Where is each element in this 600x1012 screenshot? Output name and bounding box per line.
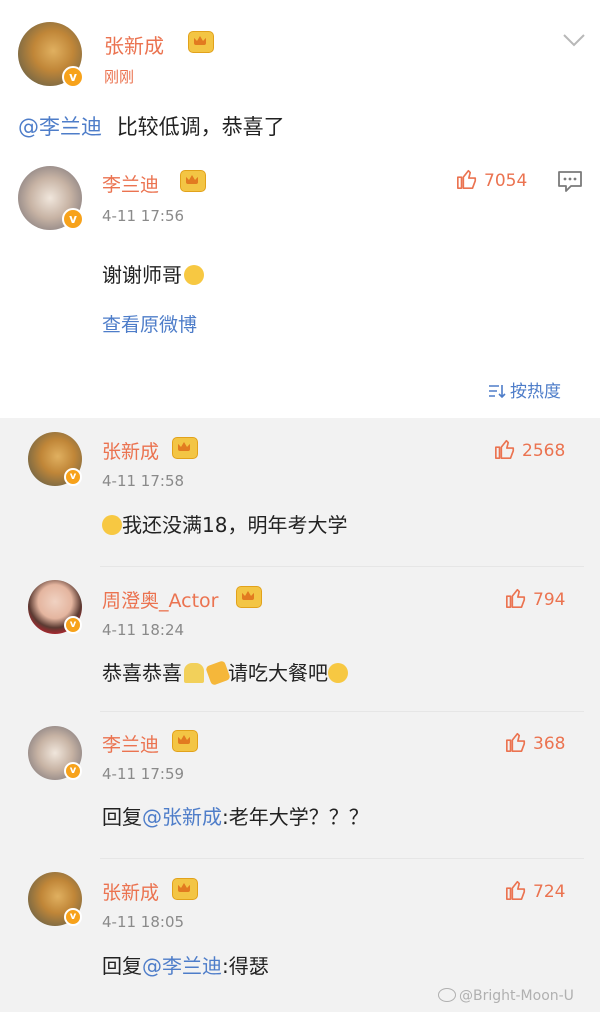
watermark: @Bright-Moon-U [438, 988, 574, 1004]
comment-content: 我还没满18，明年考大学 [102, 509, 347, 538]
reply-prefix: 回复 [102, 805, 142, 829]
sort-icon [489, 385, 506, 399]
smile-emoji-icon [184, 265, 204, 285]
comment-text: 恭喜恭喜 [102, 661, 182, 685]
thumbs-up-icon [506, 732, 526, 752]
verified-badge-icon: v [62, 208, 84, 230]
vip-crown-icon [172, 730, 198, 752]
post-text: 比较低调，恭喜了 [116, 115, 285, 139]
reply-prefix: 回复 [102, 954, 142, 978]
quoted-like-button[interactable]: 7054 [456, 168, 527, 191]
comment-like-button[interactable]: 368 [505, 731, 565, 754]
sort-by-hot-button[interactable]: 按热度 [487, 377, 561, 402]
comment-text: :得瑟 [222, 954, 269, 978]
comment-content: 回复@张新成:老年大学？？？ [102, 801, 369, 830]
comment-time: 4-11 18:24 [102, 621, 185, 639]
confetti-popper-emoji-icon [184, 663, 204, 683]
chevron-down-icon[interactable] [562, 32, 586, 48]
view-original-link[interactable]: 查看原微博 [102, 310, 197, 337]
weibo-logo-icon [438, 988, 456, 1002]
thumbs-up-icon [495, 439, 515, 459]
quoted-content: 谢谢师哥 [102, 259, 204, 288]
quoted-text: 谢谢师哥 [102, 263, 182, 287]
comment-like-count: 794 [533, 590, 566, 610]
comment-text: :老年大学？？？ [222, 805, 369, 829]
comment-author[interactable]: 周澄奥_Actor [102, 586, 219, 613]
comment-like-count: 724 [533, 882, 566, 902]
comment-text-tail: 请吃大餐吧 [228, 661, 328, 685]
sort-label: 按热度 [510, 382, 561, 402]
post-mention-link[interactable]: @李兰迪 [18, 115, 102, 139]
comment-icon[interactable] [557, 169, 583, 193]
smile-emoji-icon [328, 663, 348, 683]
comment-like-button[interactable]: 724 [505, 879, 565, 902]
comment-divider [100, 711, 584, 712]
party-emoji-icon [205, 660, 231, 686]
reply-mention-link[interactable]: @张新成 [142, 805, 222, 829]
comment-like-button[interactable]: 2568 [494, 438, 565, 461]
vip-crown-icon [188, 31, 214, 53]
verified-badge-icon: v [64, 762, 82, 780]
vip-crown-icon [236, 586, 262, 608]
verified-badge-icon: v [62, 66, 84, 88]
comment-divider [100, 566, 584, 567]
post-content: @李兰迪 比较低调，恭喜了 [18, 111, 285, 141]
comment-author[interactable]: 张新成 [102, 878, 159, 905]
comment-time: 4-11 17:58 [102, 472, 185, 490]
post-author-name[interactable]: 张新成 [104, 30, 164, 59]
comment-author[interactable]: 张新成 [102, 437, 159, 464]
watermark-text: @Bright-Moon-U [459, 988, 574, 1004]
thumbs-up-icon [457, 169, 477, 189]
vip-crown-icon [172, 878, 198, 900]
comment-content: 恭喜恭喜 请吃大餐吧 [102, 657, 348, 686]
comment-time: 4-11 18:05 [102, 913, 185, 931]
shush-emoji-icon [102, 515, 122, 535]
comment-time: 4-11 17:59 [102, 765, 185, 783]
comment-text: 我还没满18，明年考大学 [122, 513, 348, 537]
thumbs-up-icon [506, 588, 526, 608]
comment-author[interactable]: 李兰迪 [102, 730, 159, 757]
comment-like-button[interactable]: 794 [505, 587, 565, 610]
comment-content: 回复@李兰迪:得瑟 [102, 950, 269, 979]
comment-divider [100, 858, 584, 859]
vip-crown-icon [172, 437, 198, 459]
comment-like-count: 368 [533, 734, 566, 754]
quoted-like-count: 7054 [484, 171, 528, 191]
quoted-time: 4-11 17:56 [102, 207, 185, 225]
verified-badge-icon: v [64, 908, 82, 926]
vip-crown-icon [180, 170, 206, 192]
verified-badge-icon: v [64, 616, 82, 634]
verified-badge-icon: v [64, 468, 82, 486]
reply-mention-link[interactable]: @李兰迪 [142, 954, 222, 978]
thumbs-up-icon [506, 880, 526, 900]
comments-section [0, 418, 600, 1012]
comment-like-count: 2568 [522, 441, 566, 461]
quoted-author-name[interactable]: 李兰迪 [102, 170, 159, 197]
post-time: 刚刚 [104, 68, 135, 86]
